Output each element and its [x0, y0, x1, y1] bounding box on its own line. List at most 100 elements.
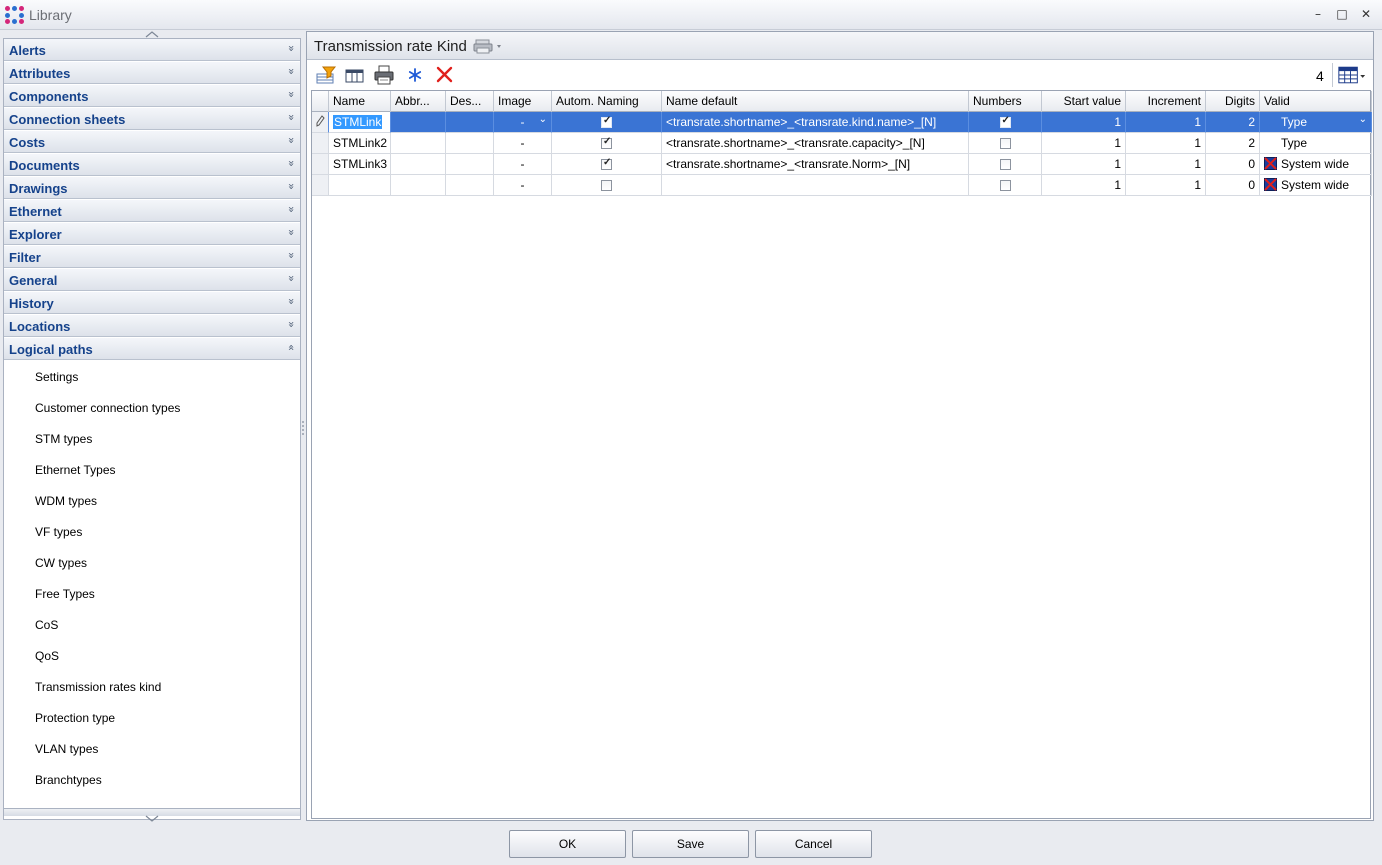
nav-group-locations[interactable]: Locations » [4, 315, 300, 337]
name-cell[interactable]: STMLink [329, 112, 391, 133]
close-button[interactable]: ✕ [1357, 6, 1375, 22]
numbers-checkbox[interactable] [999, 115, 1011, 129]
numbers-cell[interactable] [969, 112, 1042, 133]
row-indicator[interactable] [312, 133, 329, 154]
nav-item-vf-types[interactable]: VF types [35, 525, 82, 539]
grid-layout-menu-icon[interactable] [1332, 63, 1370, 87]
start-value-cell[interactable]: 1 [1042, 154, 1126, 175]
nav-item-branchtypes[interactable]: Branchtypes [35, 773, 102, 787]
valid-cell[interactable]: Type [1260, 133, 1372, 154]
column-chooser-icon[interactable] [344, 65, 366, 85]
image-cell[interactable]: - [494, 133, 552, 154]
nav-item-wdm-types[interactable]: WDM types [35, 494, 97, 508]
panel-collapse-down-icon[interactable] [140, 815, 164, 823]
name-cell[interactable]: STMLink3 [329, 154, 391, 175]
autom-naming-cell[interactable] [552, 112, 662, 133]
digits-cell[interactable]: 2 [1206, 133, 1260, 154]
name-default-cell[interactable]: <transrate.shortname>_<transrate.kind.na… [662, 112, 969, 133]
numbers-cell[interactable] [969, 175, 1042, 196]
name-cell[interactable] [329, 175, 391, 196]
nav-group-history[interactable]: History » [4, 292, 300, 314]
valid-cell[interactable]: Type ⌄ [1260, 112, 1372, 133]
table-row[interactable]: STMLink2 - <transrate.shortname>_<transrat… [312, 133, 1372, 154]
nav-group-filter[interactable]: Filter » [4, 246, 300, 268]
name-default-cell[interactable] [662, 175, 969, 196]
nav-group-components[interactable]: Components » [4, 85, 300, 107]
nav-group-logical-paths[interactable]: Logical paths « [4, 338, 300, 360]
autom-naming-checkbox[interactable] [601, 136, 612, 150]
image-cell[interactable]: - ⌄ [494, 112, 552, 133]
nav-group-attributes[interactable]: Attributes » [4, 62, 300, 84]
desc-cell[interactable] [446, 112, 494, 133]
column-header-autom-naming[interactable]: Autom. Naming [552, 91, 662, 112]
abbr-cell[interactable] [391, 154, 446, 175]
print-dropdown-icon[interactable] [473, 37, 505, 55]
nav-item-customer-connection-types[interactable]: Customer connection types [35, 401, 180, 415]
column-header-image[interactable]: Image [494, 91, 552, 112]
nav-group-documents[interactable]: Documents » [4, 154, 300, 176]
start-value-cell[interactable]: 1 [1042, 133, 1126, 154]
maximize-button[interactable]: □ [1333, 6, 1351, 22]
freeze-icon[interactable] [404, 65, 426, 85]
column-header-des[interactable]: Des... [446, 91, 494, 112]
nav-group-alerts[interactable]: Alerts » [4, 39, 300, 61]
nav-item-stm-types[interactable]: STM types [35, 432, 92, 446]
start-value-cell[interactable]: 1 [1042, 112, 1126, 133]
table-row[interactable]: -1 1 0 System wide [312, 175, 1372, 196]
table-row[interactable]: STMLink3 - <transrate.shortname>_<transrat… [312, 154, 1372, 175]
print-icon[interactable] [373, 65, 395, 85]
image-cell[interactable]: - [494, 175, 552, 196]
valid-cell[interactable]: System wide [1260, 154, 1372, 175]
name-default-cell[interactable]: <transrate.shortname>_<transrate.Norm>_[… [662, 154, 969, 175]
numbers-checkbox[interactable] [999, 180, 1011, 192]
valid-dropdown-icon[interactable]: ⌄ [1359, 114, 1367, 125]
delete-icon[interactable] [434, 65, 456, 85]
nav-item-cos[interactable]: CoS [35, 618, 58, 632]
name-default-cell[interactable]: <transrate.shortname>_<transrate.capacit… [662, 133, 969, 154]
column-header-name-default[interactable]: Name default [662, 91, 969, 112]
increment-cell[interactable]: 1 [1126, 154, 1206, 175]
autom-naming-cell[interactable] [552, 175, 662, 196]
row-indicator[interactable] [312, 175, 329, 196]
row-indicator[interactable] [312, 112, 329, 133]
ok-button[interactable]: OK [509, 830, 626, 858]
row-indicator[interactable] [312, 154, 329, 175]
minimize-button[interactable]: – [1309, 6, 1327, 22]
nav-item-vlan-types[interactable]: VLAN types [35, 742, 98, 756]
autom-naming-checkbox[interactable] [601, 180, 612, 192]
increment-cell[interactable]: 1 [1126, 112, 1206, 133]
desc-cell[interactable] [446, 175, 494, 196]
table-row[interactable]: STMLink -⌄ <transrate.shortname>_<transrat… [312, 112, 1372, 133]
nav-group-general[interactable]: General » [4, 269, 300, 291]
cancel-button[interactable]: Cancel [755, 830, 872, 858]
numbers-cell[interactable] [969, 133, 1042, 154]
panel-collapse-up-icon[interactable] [140, 30, 164, 38]
nav-group-ethernet[interactable]: Ethernet » [4, 200, 300, 222]
nav-group-drawings[interactable]: Drawings » [4, 177, 300, 199]
column-header-numbers[interactable]: Numbers [969, 91, 1042, 112]
numbers-checkbox[interactable] [999, 159, 1011, 171]
abbr-cell[interactable] [391, 133, 446, 154]
autom-naming-cell[interactable] [552, 154, 662, 175]
nav-group-costs[interactable]: Costs » [4, 131, 300, 153]
splitter-handle[interactable] [301, 420, 305, 436]
autom-naming-checkbox[interactable] [601, 157, 612, 171]
abbr-cell[interactable] [391, 112, 446, 133]
digits-cell[interactable]: 0 [1206, 154, 1260, 175]
column-header-increment[interactable]: Increment [1126, 91, 1206, 112]
nav-item-cw-types[interactable]: CW types [35, 556, 87, 570]
nav-item-free-types[interactable]: Free Types [35, 587, 95, 601]
column-header-digits[interactable]: Digits [1206, 91, 1260, 112]
abbr-cell[interactable] [391, 175, 446, 196]
nav-item-transmission-rates-kind[interactable]: Transmission rates kind [35, 680, 161, 694]
increment-cell[interactable]: 1 [1126, 133, 1206, 154]
valid-cell[interactable]: System wide [1260, 175, 1372, 196]
nav-item-ethernet-types[interactable]: Ethernet Types [35, 463, 116, 477]
filter-icon[interactable] [315, 65, 337, 85]
column-header-valid[interactable]: Valid [1260, 91, 1372, 112]
numbers-cell[interactable] [969, 154, 1042, 175]
save-button[interactable]: Save [632, 830, 749, 858]
digits-cell[interactable]: 0 [1206, 175, 1260, 196]
nav-group-connection-sheets[interactable]: Connection sheets » [4, 108, 300, 130]
image-cell[interactable]: - [494, 154, 552, 175]
